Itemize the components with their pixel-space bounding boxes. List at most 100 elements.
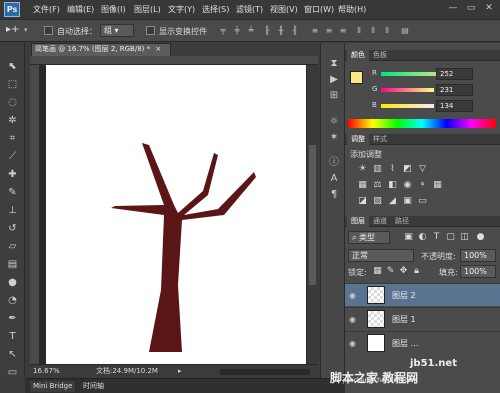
channel-mixer-icon[interactable]: ⚬ (417, 180, 428, 191)
character-icon[interactable]: A (327, 172, 341, 185)
distribute-vcenter-icon[interactable]: ≡ (324, 26, 334, 36)
layer-name[interactable]: 图层 … (392, 338, 419, 349)
menu-image[interactable]: 图像(I) (101, 4, 126, 15)
brightness-icon[interactable]: ☀ (357, 164, 368, 175)
close-tab-icon[interactable]: × (155, 45, 161, 53)
minimize-button[interactable]: — (446, 2, 460, 14)
zoom-level[interactable]: 16.67% (33, 365, 60, 378)
channel-g-value[interactable]: 231 (436, 84, 473, 96)
scroll-thumb[interactable] (309, 145, 316, 285)
channel-b-slider[interactable] (381, 104, 434, 108)
tab-styles[interactable]: 样式 (369, 134, 391, 145)
visibility-eye-icon[interactable]: ◉ (349, 291, 356, 300)
menu-layer[interactable]: 图层(L) (134, 4, 161, 15)
gradient-tool-icon[interactable]: ▤ (5, 258, 20, 272)
filter-pixel-icon[interactable]: ▣ (403, 232, 414, 243)
marquee-tool-icon[interactable]: ⬚ (5, 78, 20, 92)
restore-button[interactable]: ▭ (464, 2, 478, 14)
layer-filter-dropdown[interactable]: ⌕ 类型 (348, 231, 390, 244)
chevron-down-icon[interactable]: ▾ (24, 26, 28, 34)
chevron-right-icon[interactable]: ▸ (178, 365, 182, 378)
lock-all-icon[interactable]: 🔒︎ (411, 266, 422, 277)
channel-g-slider[interactable] (381, 88, 434, 92)
healing-brush-icon[interactable]: ✚ (5, 168, 20, 182)
layer-row-2[interactable]: ◉ 图层 2 (345, 283, 500, 306)
fill-field[interactable]: 100% (460, 265, 496, 278)
tab-swatches[interactable]: 色板 (369, 50, 391, 61)
auto-select-checkbox[interactable] (44, 26, 53, 35)
black-white-icon[interactable]: ◧ (387, 180, 398, 191)
move-tool-icon[interactable]: ⬉ (5, 60, 20, 74)
layer-row-0[interactable]: ◉ 图层 … (345, 331, 500, 354)
distribute-left-icon[interactable]: ⦀ (354, 26, 364, 36)
channel-b-value[interactable]: 134 (436, 100, 473, 112)
history-icon[interactable]: ⧗ (327, 57, 341, 70)
close-button[interactable]: ✕ (482, 2, 496, 14)
vertical-scrollbar[interactable] (307, 65, 318, 365)
filter-toggle-icon[interactable]: ● (475, 232, 486, 243)
distribute-hcenter-icon[interactable]: ⦀ (368, 26, 378, 36)
tab-paths[interactable]: 路径 (391, 216, 413, 227)
lock-transparent-icon[interactable]: ▦ (372, 266, 383, 277)
opacity-field[interactable]: 100% (460, 249, 496, 262)
menu-filter[interactable]: 滤镜(T) (236, 4, 263, 15)
visibility-eye-icon[interactable]: ◉ (349, 339, 356, 348)
clone-stamp-icon[interactable]: ⊥ (5, 204, 20, 218)
curves-icon[interactable]: ⌇ (387, 164, 398, 175)
align-bottom-icon[interactable]: ╧ (246, 26, 256, 36)
brush-presets-icon[interactable]: ☼ (327, 115, 341, 128)
brush-tool-icon[interactable]: ✎ (5, 186, 20, 200)
dodge-tool-icon[interactable]: ◔ (5, 294, 20, 308)
gradient-map-icon[interactable]: ▭ (417, 196, 428, 207)
distribute-top-icon[interactable]: ≡ (310, 26, 320, 36)
move-tool-icon[interactable]: ▸+ (6, 24, 19, 35)
color-spectrum-bar[interactable] (348, 119, 496, 128)
lock-position-icon[interactable]: ✥ (398, 266, 409, 277)
vibrance-icon[interactable]: ▽ (417, 164, 428, 175)
hue-saturation-icon[interactable]: ▦ (357, 180, 368, 191)
menu-type[interactable]: 文字(Y) (168, 4, 195, 15)
tab-color[interactable]: 颜色 (347, 50, 369, 61)
menu-edit[interactable]: 编辑(E) (67, 4, 94, 15)
align-left-icon[interactable]: ╟ (262, 26, 272, 36)
tab-timeline[interactable]: 时间轴 (80, 381, 107, 392)
type-tool-icon[interactable]: T (5, 330, 20, 344)
channel-r-value[interactable]: 252 (436, 68, 473, 80)
horizontal-scrollbar[interactable] (220, 369, 310, 375)
pen-tool-icon[interactable]: ✒ (5, 312, 20, 326)
blur-tool-icon[interactable]: ● (5, 276, 20, 290)
history-brush-icon[interactable]: ↺ (5, 222, 20, 236)
selective-color-icon[interactable]: ▣ (402, 196, 413, 207)
tab-mini-bridge[interactable]: Mini Bridge (30, 381, 76, 392)
document-tab[interactable]: 简笔画 @ 16.7% (图层 2, RGB/8) * × (31, 43, 171, 56)
menu-view[interactable]: 视图(V) (270, 4, 298, 15)
menu-select[interactable]: 选择(S) (202, 4, 229, 15)
tool-presets-icon[interactable]: ✶ (327, 131, 341, 144)
menu-help[interactable]: 帮助(H) (338, 4, 366, 15)
actions-icon[interactable]: ▶ (327, 73, 341, 86)
document-canvas[interactable] (46, 65, 306, 365)
eraser-tool-icon[interactable]: ▱ (5, 240, 20, 254)
visibility-eye-icon[interactable]: ◉ (349, 315, 356, 324)
distribute-bottom-icon[interactable]: ≡ (338, 26, 348, 36)
photo-filter-icon[interactable]: ◉ (402, 180, 413, 191)
navigator-icon[interactable]: ⊞ (327, 89, 341, 102)
auto-align-icon[interactable]: ▤ (400, 26, 410, 36)
menu-window[interactable]: 窗口(W) (304, 4, 334, 15)
blend-mode-dropdown[interactable]: 正常 (348, 249, 414, 262)
filter-adjustment-icon[interactable]: ◐ (417, 232, 428, 243)
lock-pixels-icon[interactable]: ✎ (385, 266, 396, 277)
tab-adjustments[interactable]: 调整 (347, 134, 369, 145)
tab-channels[interactable]: 通道 (369, 216, 391, 227)
info-icon[interactable]: ⓘ (327, 156, 341, 169)
layer-name[interactable]: 图层 1 (392, 314, 416, 325)
show-transform-checkbox[interactable] (146, 26, 155, 35)
layer-row-1[interactable]: ◉ 图层 1 (345, 307, 500, 330)
exposure-icon[interactable]: ◩ (402, 164, 413, 175)
foreground-color-swatch[interactable] (350, 71, 363, 84)
align-right-icon[interactable]: ╢ (290, 26, 300, 36)
filter-shape-icon[interactable]: ▢ (445, 232, 456, 243)
threshold-icon[interactable]: ◢ (387, 196, 398, 207)
color-balance-icon[interactable]: ⚖ (372, 180, 383, 191)
path-select-icon[interactable]: ↖ (5, 348, 20, 362)
